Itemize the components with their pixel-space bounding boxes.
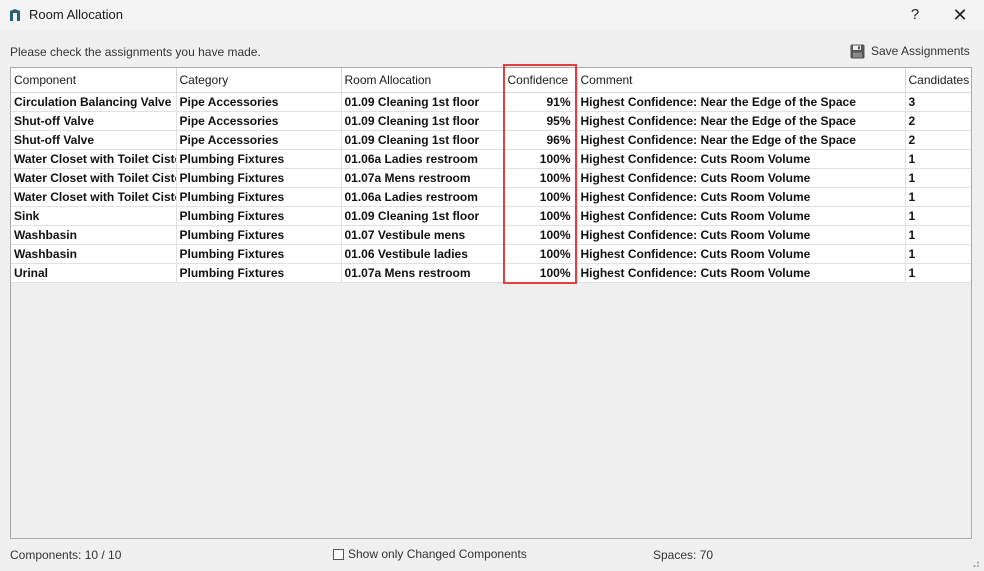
save-assignments-button[interactable]: Save Assignments	[850, 42, 970, 60]
resize-grip-icon[interactable]	[970, 558, 980, 568]
cell-component[interactable]: Water Closet with Toilet Ciste	[11, 149, 177, 169]
components-count: Components: 10 / 10	[10, 548, 122, 562]
cell-comment[interactable]: Highest Confidence: Cuts Room Volume	[577, 168, 906, 188]
table-row[interactable]: Washbasin Plumbing Fixtures 01.07 Vestibul…	[11, 225, 971, 245]
cell-component[interactable]: Washbasin	[11, 244, 177, 264]
cell-candidates[interactable]: 1	[905, 187, 971, 207]
instruction-text: Please check the assignments you have ma…	[10, 45, 261, 59]
checkbox-label: Show only Changed Components	[348, 547, 527, 561]
cell-room-allocation[interactable]: 01.09 Cleaning 1st floor	[341, 92, 505, 112]
cell-confidence[interactable]: 100%	[504, 263, 578, 283]
title-bar: Room Allocation ? ✕	[0, 0, 984, 30]
cell-candidates[interactable]: 3	[905, 92, 971, 112]
table-row[interactable]: Water Closet with Toilet Ciste Plumbing F…	[11, 187, 971, 207]
cell-confidence[interactable]: 100%	[504, 225, 578, 245]
cell-candidates[interactable]: 1	[905, 206, 971, 226]
table-row[interactable]: Water Closet with Toilet Ciste Plumbing F…	[11, 149, 971, 169]
column-header-confidence[interactable]: Confidence	[504, 68, 578, 93]
cell-comment[interactable]: Highest Confidence: Cuts Room Volume	[577, 206, 906, 226]
cell-comment[interactable]: Highest Confidence: Near the Edge of the…	[577, 130, 906, 150]
cell-comment[interactable]: Highest Confidence: Near the Edge of the…	[577, 92, 906, 112]
table-row[interactable]: Washbasin Plumbing Fixtures 01.06 Vestibul…	[11, 244, 971, 264]
cell-room-allocation[interactable]: 01.09 Cleaning 1st floor	[341, 111, 505, 131]
save-assignments-label: Save Assignments	[871, 44, 970, 58]
table-row[interactable]: Shut-off Valve Pipe Accessories 01.09 Clea…	[11, 130, 971, 150]
cell-comment[interactable]: Highest Confidence: Cuts Room Volume	[577, 244, 906, 264]
cell-component[interactable]: Water Closet with Toilet Ciste	[11, 187, 177, 207]
cell-room-allocation[interactable]: 01.09 Cleaning 1st floor	[341, 130, 505, 150]
cell-confidence[interactable]: 95%	[504, 111, 578, 131]
column-header-component[interactable]: Component	[11, 68, 177, 93]
cell-room-allocation[interactable]: 01.07 Vestibule mens	[341, 225, 505, 245]
cell-candidates[interactable]: 1	[905, 244, 971, 264]
table-row[interactable]: Water Closet with Toilet Ciste Plumbing F…	[11, 168, 971, 188]
column-header-category[interactable]: Category	[176, 68, 342, 93]
cell-category[interactable]: Plumbing Fixtures	[176, 187, 342, 207]
cell-component[interactable]: Washbasin	[11, 225, 177, 245]
cell-category[interactable]: Plumbing Fixtures	[176, 168, 342, 188]
column-header-comment[interactable]: Comment	[577, 68, 906, 93]
cell-room-allocation[interactable]: 01.07a Mens restroom	[341, 263, 505, 283]
cell-confidence[interactable]: 91%	[504, 92, 578, 112]
cell-room-allocation[interactable]: 01.06 Vestibule ladies	[341, 244, 505, 264]
app-icon	[10, 9, 20, 21]
cell-component[interactable]: Sink	[11, 206, 177, 226]
cell-category[interactable]: Plumbing Fixtures	[176, 244, 342, 264]
cell-candidates[interactable]: 1	[905, 168, 971, 188]
table-row[interactable]: Urinal Plumbing Fixtures 01.07a Mens restr…	[11, 263, 971, 283]
cell-room-allocation[interactable]: 01.07a Mens restroom	[341, 168, 505, 188]
cell-candidates[interactable]: 2	[905, 111, 971, 131]
cell-room-allocation[interactable]: 01.06a Ladies restroom	[341, 187, 505, 207]
cell-comment[interactable]: Highest Confidence: Cuts Room Volume	[577, 149, 906, 169]
cell-comment[interactable]: Highest Confidence: Cuts Room Volume	[577, 187, 906, 207]
cell-category[interactable]: Plumbing Fixtures	[176, 263, 342, 283]
cell-comment[interactable]: Highest Confidence: Cuts Room Volume	[577, 263, 906, 283]
cell-component[interactable]: Urinal	[11, 263, 177, 283]
cell-confidence[interactable]: 100%	[504, 149, 578, 169]
cell-candidates[interactable]: 1	[905, 149, 971, 169]
cell-category[interactable]: Plumbing Fixtures	[176, 225, 342, 245]
cell-comment[interactable]: Highest Confidence: Cuts Room Volume	[577, 225, 906, 245]
column-header-room-allocation[interactable]: Room Allocation	[341, 68, 505, 93]
spaces-count: Spaces: 70	[653, 548, 714, 562]
cell-confidence[interactable]: 100%	[504, 206, 578, 226]
cell-component[interactable]: Water Closet with Toilet Ciste	[11, 168, 177, 188]
help-button[interactable]: ?	[899, 4, 931, 26]
cell-comment[interactable]: Highest Confidence: Near the Edge of the…	[577, 111, 906, 131]
cell-room-allocation[interactable]: 01.09 Cleaning 1st floor	[341, 206, 505, 226]
cell-confidence[interactable]: 100%	[504, 244, 578, 264]
cell-component[interactable]: Shut-off Valve	[11, 130, 177, 150]
checkbox-box[interactable]	[333, 548, 344, 560]
assignments-grid[interactable]: Component Category Room Allocation Confi…	[10, 67, 972, 539]
window-title: Room Allocation	[29, 7, 123, 22]
cell-component[interactable]: Circulation Balancing Valve	[11, 92, 177, 112]
cell-room-allocation[interactable]: 01.06a Ladies restroom	[341, 149, 505, 169]
cell-category[interactable]: Pipe Accessories	[176, 111, 342, 131]
cell-category[interactable]: Pipe Accessories	[176, 130, 342, 150]
cell-category[interactable]: Pipe Accessories	[176, 92, 342, 112]
cell-candidates[interactable]: 1	[905, 263, 971, 283]
save-disk-icon	[850, 44, 865, 58]
close-button[interactable]: ✕	[944, 4, 976, 26]
cell-category[interactable]: Plumbing Fixtures	[176, 206, 342, 226]
assignments-table: Component Category Room Allocation Confi…	[11, 68, 971, 283]
table-row[interactable]: Circulation Balancing Valve Pipe Accessor…	[11, 92, 971, 112]
cell-component[interactable]: Shut-off Valve	[11, 111, 177, 131]
table-row[interactable]: Shut-off Valve Pipe Accessories 01.09 Clea…	[11, 111, 971, 131]
cell-candidates[interactable]: 2	[905, 130, 971, 150]
cell-confidence[interactable]: 96%	[504, 130, 578, 150]
column-header-candidates[interactable]: Candidates	[905, 68, 971, 93]
cell-confidence[interactable]: 100%	[504, 168, 578, 188]
show-changed-checkbox[interactable]: Show only Changed Components	[333, 547, 527, 561]
header-row: Component Category Room Allocation Confi…	[11, 68, 971, 93]
table-row[interactable]: Sink Plumbing Fixtures 01.09 Cleaning 1st …	[11, 206, 971, 226]
cell-confidence[interactable]: 100%	[504, 187, 578, 207]
cell-category[interactable]: Plumbing Fixtures	[176, 149, 342, 169]
cell-candidates[interactable]: 1	[905, 225, 971, 245]
